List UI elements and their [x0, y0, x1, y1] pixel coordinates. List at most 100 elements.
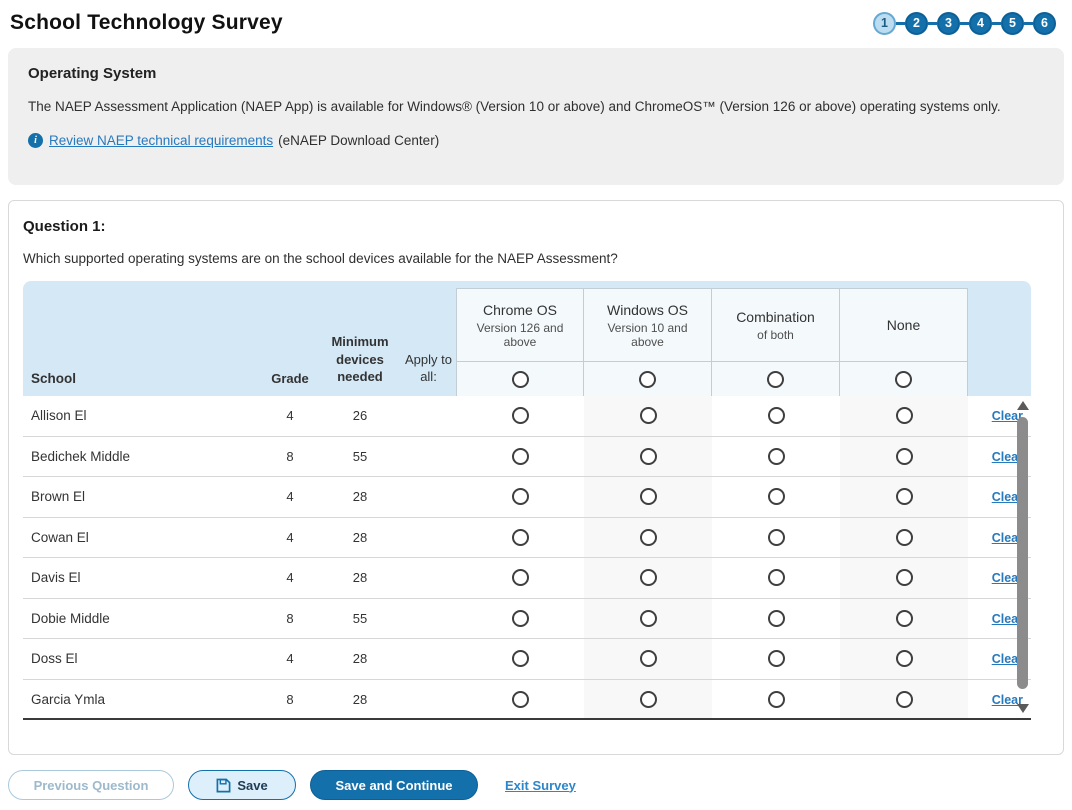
os-radio[interactable]: [768, 407, 785, 424]
grade-cell: 4: [261, 489, 319, 504]
grade-cell: 4: [261, 530, 319, 545]
grade-cell: 4: [261, 408, 319, 423]
option-cell: [456, 477, 584, 517]
option-column-header: Windows OSVersion 10 and above: [583, 288, 712, 398]
apply-all-radio[interactable]: [767, 371, 784, 388]
table-row: Allison El426Clear: [23, 396, 1031, 437]
option-title: Combination: [736, 309, 815, 325]
apply-all-radio-cell: [457, 361, 583, 397]
survey-page: School Technology Survey 123456 Operatin…: [0, 0, 1072, 800]
os-radio[interactable]: [640, 488, 657, 505]
option-title: None: [887, 317, 920, 333]
os-radio[interactable]: [768, 650, 785, 667]
school-cell: Allison El: [23, 408, 261, 423]
os-radio[interactable]: [640, 691, 657, 708]
os-radio[interactable]: [640, 610, 657, 627]
table-row: Davis El428Clear: [23, 558, 1031, 599]
devices-cell: 55: [319, 611, 401, 626]
school-cell: Doss El: [23, 651, 261, 666]
os-radio[interactable]: [768, 569, 785, 586]
os-radio[interactable]: [768, 488, 785, 505]
os-radio[interactable]: [896, 691, 913, 708]
os-radio[interactable]: [640, 569, 657, 586]
footer-actions: Previous Question Save Save and Continue…: [8, 770, 1064, 800]
table-row: Dobie Middle855Clear: [23, 599, 1031, 640]
option-subtitle: Version 126 and above: [463, 321, 577, 349]
devices-cell: 28: [319, 530, 401, 545]
option-cell: [712, 639, 840, 679]
option-cell: [584, 396, 712, 436]
os-radio[interactable]: [896, 407, 913, 424]
scroll-down-icon[interactable]: [1017, 704, 1029, 713]
exit-survey-link[interactable]: Exit Survey: [505, 778, 576, 793]
devices-cell: 55: [319, 449, 401, 464]
option-column-header: None: [839, 288, 968, 398]
scroll-thumb[interactable]: [1017, 417, 1028, 689]
save-and-continue-button[interactable]: Save and Continue: [310, 770, 478, 800]
save-button[interactable]: Save: [188, 770, 296, 800]
option-cell: [456, 518, 584, 558]
devices-cell: 26: [319, 408, 401, 423]
step-5[interactable]: 5: [1001, 12, 1024, 35]
os-radio[interactable]: [896, 569, 913, 586]
os-radio[interactable]: [640, 407, 657, 424]
step-4[interactable]: 4: [969, 12, 992, 35]
option-cell: [840, 518, 968, 558]
option-cell: [584, 599, 712, 639]
os-radio[interactable]: [768, 529, 785, 546]
os-radio[interactable]: [640, 650, 657, 667]
os-radio[interactable]: [512, 448, 529, 465]
grade-cell: 4: [261, 651, 319, 666]
os-radio[interactable]: [512, 529, 529, 546]
os-radio[interactable]: [512, 407, 529, 424]
option-cell: [712, 518, 840, 558]
os-radio[interactable]: [896, 650, 913, 667]
option-cell: [840, 639, 968, 679]
step-1[interactable]: 1: [873, 12, 896, 35]
os-radio[interactable]: [512, 569, 529, 586]
requirements-link[interactable]: Review NAEP technical requirements: [49, 133, 273, 148]
os-radio[interactable]: [512, 691, 529, 708]
step-6[interactable]: 6: [1033, 12, 1056, 35]
table-row: Garcia Ymla828Clear: [23, 680, 1031, 721]
column-header-devices: Minimum devices needed: [319, 333, 401, 398]
school-cell: Dobie Middle: [23, 611, 261, 626]
table-row: Doss El428Clear: [23, 639, 1031, 680]
os-radio[interactable]: [512, 650, 529, 667]
os-radio[interactable]: [768, 691, 785, 708]
apply-all-radio-cell: [584, 361, 711, 397]
os-radio[interactable]: [640, 529, 657, 546]
apply-all-radio-cell: [712, 361, 839, 397]
os-radio[interactable]: [896, 610, 913, 627]
os-radio[interactable]: [896, 448, 913, 465]
previous-question-button[interactable]: Previous Question: [8, 770, 174, 800]
table-body: Allison El426ClearBedichek Middle855Clea…: [23, 396, 1031, 720]
os-radio[interactable]: [512, 610, 529, 627]
os-radio[interactable]: [768, 610, 785, 627]
scroll-up-icon[interactable]: [1017, 401, 1029, 410]
option-title-area: None: [840, 289, 967, 361]
school-cell: Brown El: [23, 489, 261, 504]
option-cell: [584, 680, 712, 720]
step-3[interactable]: 3: [937, 12, 960, 35]
apply-all-radio[interactable]: [639, 371, 656, 388]
os-radio[interactable]: [896, 529, 913, 546]
step-2[interactable]: 2: [905, 12, 928, 35]
panel-body: The NAEP Assessment Application (NAEP Ap…: [28, 99, 1044, 114]
question-text: Which supported operating systems are on…: [23, 251, 1049, 266]
apply-all-radio[interactable]: [895, 371, 912, 388]
grade-cell: 4: [261, 570, 319, 585]
school-cell: Bedichek Middle: [23, 449, 261, 464]
os-radio[interactable]: [896, 488, 913, 505]
devices-cell: 28: [319, 692, 401, 707]
apply-all-radio[interactable]: [512, 371, 529, 388]
os-radio[interactable]: [768, 448, 785, 465]
option-headers: Chrome OSVersion 126 and aboveWindows OS…: [456, 281, 968, 398]
scrollbar[interactable]: [1016, 399, 1029, 715]
column-header-apply-to-all: Apply to all:: [401, 351, 456, 398]
table-row: Bedichek Middle855Clear: [23, 437, 1031, 478]
os-radio[interactable]: [640, 448, 657, 465]
option-cell: [584, 558, 712, 598]
option-cell: [584, 639, 712, 679]
os-radio[interactable]: [512, 488, 529, 505]
